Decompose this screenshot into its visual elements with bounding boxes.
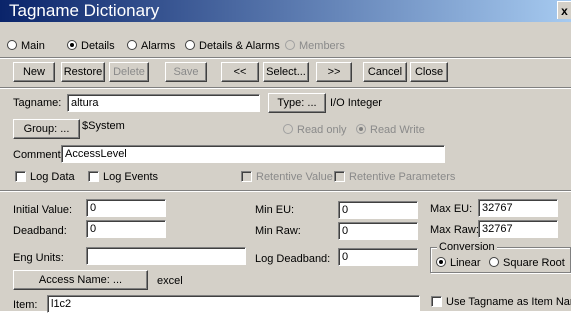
read-only-option: Read only xyxy=(283,124,347,136)
title-bar[interactable]: Tagname Dictionary x xyxy=(0,0,571,22)
radio-icon xyxy=(7,40,17,50)
deadband-input[interactable]: 0 xyxy=(86,220,166,238)
view-option-members: Members xyxy=(285,40,345,54)
comment-label: Comment: xyxy=(13,149,64,161)
tagname-dictionary-window: Tagname Dictionary x Main Details Alarms… xyxy=(0,0,571,313)
close-button[interactable]: Close xyxy=(410,62,448,82)
log-deadband-label: Log Deadband: xyxy=(255,253,331,265)
checkbox-icon xyxy=(334,171,345,182)
deadband-label: Deadband: xyxy=(13,225,67,237)
divider xyxy=(0,57,571,59)
item-input[interactable]: l1c2 xyxy=(47,295,420,313)
square-root-option[interactable]: Square Root xyxy=(489,257,565,269)
comment-input[interactable]: AccessLevel xyxy=(61,145,445,163)
access-name-button[interactable]: Access Name: ... xyxy=(13,270,148,290)
checkbox-icon xyxy=(431,296,442,307)
max-eu-label: Max EU: xyxy=(430,203,473,215)
view-option-details[interactable]: Details xyxy=(67,40,115,54)
log-data-checkbox[interactable]: Log Data xyxy=(15,171,75,183)
view-option-details-alarms[interactable]: Details & Alarms xyxy=(185,40,280,54)
radio-selected-icon xyxy=(67,40,77,50)
view-option-alarms[interactable]: Alarms xyxy=(127,40,175,54)
divider xyxy=(0,190,571,192)
initial-value-label: Initial Value: xyxy=(13,204,73,216)
type-button[interactable]: Type: ... xyxy=(268,93,326,113)
new-button[interactable]: New xyxy=(13,62,55,82)
tagname-input[interactable]: altura xyxy=(67,94,260,112)
initial-value-input[interactable]: 0 xyxy=(86,199,166,217)
min-eu-label: Min EU: xyxy=(255,204,295,216)
read-write-option: Read Write xyxy=(356,124,425,136)
type-value: I/O Integer xyxy=(330,97,382,109)
min-eu-input[interactable]: 0 xyxy=(338,201,418,219)
checkbox-icon xyxy=(241,171,252,182)
cancel-button[interactable]: Cancel xyxy=(363,62,407,82)
checkbox-icon xyxy=(15,171,26,182)
eng-units-input[interactable] xyxy=(86,247,246,265)
radio-selected-icon xyxy=(356,124,366,134)
access-name-value: excel xyxy=(157,275,183,287)
radio-icon xyxy=(283,124,293,134)
restore-button[interactable]: Restore xyxy=(61,62,105,82)
log-events-checkbox[interactable]: Log Events xyxy=(88,171,158,183)
radio-icon xyxy=(185,40,195,50)
max-raw-label: Max Raw: xyxy=(430,224,479,236)
max-raw-input[interactable]: 32767 xyxy=(478,220,558,238)
window-title: Tagname Dictionary xyxy=(9,1,160,20)
group-value: $System xyxy=(82,120,125,132)
next-button[interactable]: >> xyxy=(316,62,352,82)
divider xyxy=(0,87,571,89)
delete-button: Delete xyxy=(109,62,149,82)
retentive-value-checkbox: Retentive Value xyxy=(241,171,333,183)
close-window-button[interactable]: x xyxy=(557,1,571,19)
min-raw-label: Min Raw: xyxy=(255,225,301,237)
select-button[interactable]: Select... xyxy=(263,62,309,82)
checkbox-icon xyxy=(88,171,99,182)
radio-selected-icon xyxy=(436,257,446,267)
conversion-label: Conversion xyxy=(437,241,497,253)
tagname-label: Tagname: xyxy=(13,97,62,109)
radio-icon xyxy=(127,40,137,50)
view-option-main[interactable]: Main xyxy=(7,40,45,54)
log-deadband-input[interactable]: 0 xyxy=(338,248,418,266)
group-button[interactable]: Group: ... xyxy=(13,119,80,139)
radio-icon xyxy=(285,40,295,50)
min-raw-input[interactable]: 0 xyxy=(338,222,418,240)
save-button: Save xyxy=(165,62,207,82)
max-eu-input[interactable]: 32767 xyxy=(478,199,558,217)
use-tagname-checkbox[interactable]: Use Tagname as Item Name xyxy=(431,296,571,308)
radio-icon xyxy=(489,257,499,267)
linear-option[interactable]: Linear xyxy=(436,257,481,269)
retentive-parameters-checkbox: Retentive Parameters xyxy=(334,171,455,183)
eng-units-label: Eng Units: xyxy=(13,252,64,264)
item-label: Item: xyxy=(13,299,38,311)
previous-button[interactable]: << xyxy=(221,62,259,82)
